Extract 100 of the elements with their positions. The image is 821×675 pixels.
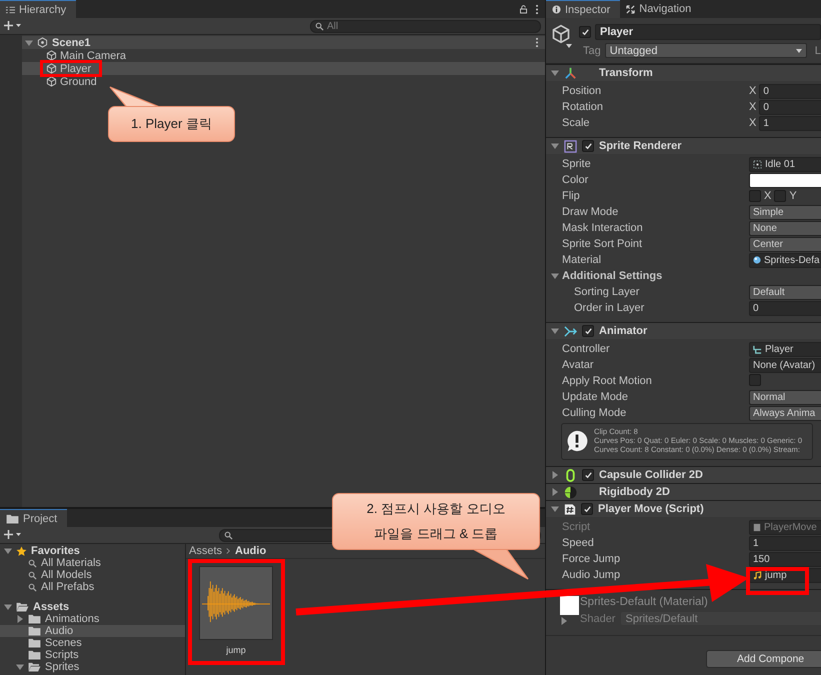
foldout-arrow-icon[interactable]	[560, 617, 568, 626]
component-header[interactable]: Animator	[546, 322, 821, 339]
foldout-arrow-icon[interactable]	[25, 38, 33, 46]
object-field[interactable]: None (Avatar)	[749, 358, 821, 372]
dropdown[interactable]: None	[749, 220, 821, 236]
component-header[interactable]: Capsule Collider 2D	[546, 466, 821, 484]
dropdown[interactable]: Center	[749, 236, 821, 252]
number-field[interactable]: 0	[749, 300, 821, 316]
add-menu-icon[interactable]	[4, 21, 22, 31]
scene-name[interactable]: Scene1	[52, 36, 91, 48]
dropdown[interactable]: Always Anima	[749, 406, 821, 420]
search-field[interactable]: All	[310, 20, 541, 32]
foldout-arrow-icon[interactable]	[551, 272, 559, 280]
number-field[interactable]: 1	[749, 536, 821, 551]
number-field[interactable]: 150	[749, 552, 821, 567]
inspector-tab[interactable]: Navigation	[620, 0, 702, 18]
material-swatch	[560, 596, 579, 616]
field-label: Culling Mode	[562, 407, 628, 419]
axis-label: Y	[789, 190, 797, 202]
field-label: Order in Layer	[574, 302, 646, 314]
inspector-tab[interactable]: Inspector	[546, 0, 620, 18]
project-tree-item[interactable]: All Models	[0, 569, 185, 581]
foldout-arrow-icon[interactable]	[551, 142, 559, 150]
checkbox[interactable]	[581, 503, 593, 516]
component-header[interactable]: Player Move (Script)	[546, 500, 821, 518]
project-tree-item[interactable]: Scripts	[0, 649, 185, 661]
controller-icon	[753, 344, 762, 354]
dropdown[interactable]: Normal	[749, 390, 821, 404]
foldout-arrow-icon[interactable]	[4, 547, 12, 555]
field-label: Sprite	[562, 158, 592, 170]
axis-label: X	[764, 190, 772, 202]
project-tree-item[interactable]: Animations	[0, 613, 185, 625]
caret-icon[interactable]	[566, 44, 572, 48]
search-icon	[28, 558, 37, 568]
hierarchy-item[interactable]: Player	[22, 62, 545, 75]
foldout-arrow-icon[interactable]	[551, 488, 559, 496]
project-tree-item[interactable]: Favorites	[0, 545, 185, 557]
add-menu-icon[interactable]	[4, 530, 22, 540]
search-icon	[315, 22, 324, 30]
breadcrumb-item[interactable]: Audio	[235, 545, 266, 557]
cube-icon	[46, 50, 57, 61]
number-field[interactable]: 0	[759, 84, 821, 98]
number-field[interactable]: 1	[759, 116, 821, 130]
foldout-arrow-icon[interactable]	[551, 505, 559, 514]
more-icon[interactable]	[535, 37, 539, 48]
project-tree-item[interactable]: Audio	[0, 625, 185, 637]
checkbox[interactable]	[749, 190, 761, 202]
chevron-icon	[226, 547, 232, 555]
waveform-thumbnail[interactable]	[199, 566, 273, 640]
object-field[interactable]: Idle 01	[749, 156, 821, 172]
project-tab[interactable]: Project	[0, 509, 68, 527]
name-field[interactable]: Player	[595, 24, 821, 40]
field-label: Color	[562, 174, 590, 186]
field-label: Apply Root Motion	[562, 375, 653, 387]
field-label: Rotation	[562, 101, 604, 113]
checkbox[interactable]	[774, 190, 786, 202]
component-header[interactable]: Sprite Renderer	[546, 137, 821, 154]
checkbox[interactable]	[582, 325, 594, 337]
hierarchy-tab[interactable]: Hierarchy	[0, 0, 76, 18]
component-header[interactable]: Transform	[546, 64, 821, 81]
project-tree-item[interactable]: Scenes	[0, 637, 185, 649]
dropdown[interactable]: Default	[749, 284, 821, 300]
field-label: Sprite Sort Point	[562, 238, 644, 250]
object-field[interactable]: Sprites-Defa	[749, 252, 821, 268]
foldout-arrow-icon[interactable]	[551, 471, 559, 480]
project-tree-item[interactable]: Assets	[0, 601, 185, 613]
folder-icon	[16, 602, 29, 612]
foldout-arrow-icon[interactable]	[551, 69, 559, 77]
foldout-label[interactable]: Additional Settings	[562, 270, 662, 282]
project-tree-item[interactable]: Sprites	[0, 661, 185, 673]
field-label: Material	[562, 254, 602, 266]
hierarchy-item[interactable]: Ground	[22, 75, 545, 88]
checkbox[interactable]	[582, 140, 594, 152]
checkbox[interactable]	[749, 374, 761, 386]
color-field[interactable]	[749, 172, 821, 188]
tag-dropdown[interactable]: Untagged	[604, 43, 807, 58]
field-label: Draw Mode	[562, 206, 620, 218]
checkbox[interactable]	[582, 469, 594, 482]
lock-icon[interactable]	[520, 4, 527, 14]
hierarchy-item[interactable]: Main Camera	[22, 49, 545, 62]
checkbox[interactable]	[579, 26, 591, 38]
number-field[interactable]: 0	[759, 100, 821, 114]
project-tree-item[interactable]: All Materials	[0, 557, 185, 569]
foldout-arrow-icon[interactable]	[16, 615, 24, 623]
breadcrumb-item[interactable]: Assets	[189, 545, 222, 557]
dropdown[interactable]: Simple	[749, 204, 821, 220]
capsule-collider-icon	[564, 468, 577, 482]
file-name[interactable]: jump	[226, 645, 246, 655]
project-tree-item[interactable]: All Prefabs	[0, 581, 185, 593]
sprite-renderer-icon	[564, 140, 577, 152]
foldout-arrow-icon[interactable]	[16, 663, 24, 671]
add-component-button[interactable]: Add Compone	[706, 650, 821, 668]
foldout-arrow-icon[interactable]	[4, 603, 12, 611]
folder-icon	[28, 650, 41, 660]
component-header[interactable]: Rigidbody 2D	[546, 483, 821, 500]
script-icon	[753, 522, 761, 532]
object-field[interactable]: Player	[749, 342, 821, 356]
cube-icon	[46, 63, 57, 74]
foldout-arrow-icon[interactable]	[551, 327, 559, 335]
more-icon[interactable]	[535, 4, 539, 14]
